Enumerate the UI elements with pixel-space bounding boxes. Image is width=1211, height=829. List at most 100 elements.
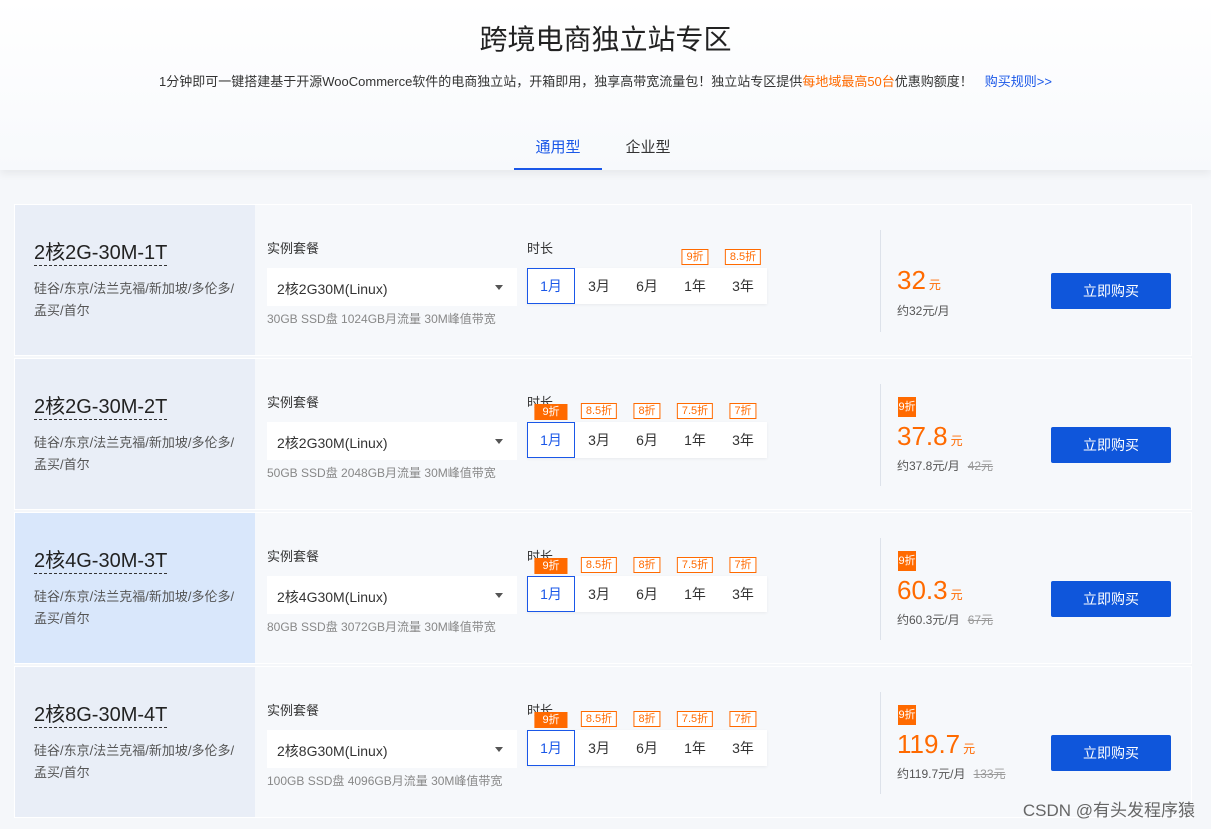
duration-options: 9折 1月 8.5折 3月 8折 6月 7.5折 1年 7折 3年 (527, 557, 767, 612)
discount-tag: 9折 (681, 249, 709, 265)
tab-bar: 通用型 企业型 (514, 128, 692, 170)
subtitle: 1分钟即可一键搭建基于开源WooCommerce软件的电商独立站，开箱即用，独享… (0, 71, 1211, 90)
original-price: 67元 (967, 613, 994, 627)
duration-option-6m[interactable]: 6月 (623, 268, 671, 304)
duration-option-3m[interactable]: 8.5折 3月 (575, 403, 623, 458)
discount-tag: 8.5折 (580, 557, 618, 573)
price-per-month: 约32元/月 (897, 302, 950, 319)
duration-option-1m[interactable]: 9折 1月 (527, 712, 575, 766)
buy-now-button[interactable]: 立即购买 (1051, 427, 1171, 463)
discount-tag: 8.5折 (724, 249, 762, 265)
duration-options: 9折 1月 8.5折 3月 8折 6月 7.5折 1年 7折 3年 (527, 403, 767, 458)
duration-option-6m[interactable]: 8折 6月 (623, 403, 671, 458)
price: 37.8 元 (897, 421, 963, 452)
product-row: 2核2G-30M-1T 硅谷/东京/法兰克福/新加坡/多伦多/孟买/首尔 实例套… (14, 204, 1192, 356)
product-info: 2核4G-30M-3T 硅谷/东京/法兰克福/新加坡/多伦多/孟买/首尔 (15, 513, 255, 663)
product-name[interactable]: 2核4G-30M-3T (34, 549, 168, 574)
duration-text: 1年 (684, 432, 706, 448)
duration-text: 3年 (732, 586, 754, 602)
price-per-month: 约60.3元/月 67元 (897, 611, 993, 628)
buy-now-button[interactable]: 立即购买 (1051, 735, 1171, 771)
divider (880, 230, 881, 332)
duration-option-3m[interactable]: 8.5折 3月 (575, 557, 623, 612)
duration-text: 1月 (540, 586, 562, 602)
chevron-down-icon (495, 285, 503, 290)
package-label: 实例套餐 (267, 241, 320, 256)
duration-option-1y[interactable]: 7.5折 1年 (671, 557, 719, 612)
package-select[interactable]: 2核8G30M(Linux) (267, 730, 517, 768)
duration-options: 1月 3月 6月 9折 1年 8.5折 3年 (527, 249, 767, 304)
watermark: CSDN @有头发程序猿 (1022, 801, 1195, 820)
per-month-text: 约119.7元/月 (897, 767, 966, 781)
discount-tag: 7折 (729, 711, 757, 727)
duration-text: 3月 (588, 586, 610, 602)
buy-now-button[interactable]: 立即购买 (1051, 581, 1171, 617)
discount-tag: 9折 (534, 404, 568, 420)
duration-option-3y[interactable]: 7折 3年 (719, 711, 767, 766)
duration-option-1m[interactable]: 9折 1月 (527, 404, 575, 458)
duration-option-3y[interactable]: 8.5折 3年 (719, 249, 767, 304)
package-select[interactable]: 2核2G30M(Linux) (267, 422, 517, 460)
discount-tag: 8折 (633, 711, 661, 727)
duration-option-3m[interactable]: 3月 (575, 268, 623, 304)
product-info: 2核2G-30M-2T 硅谷/东京/法兰克福/新加坡/多伦多/孟买/首尔 (15, 359, 255, 509)
tab-enterprise[interactable]: 企业型 (604, 128, 692, 170)
discount-tag: 7.5折 (676, 403, 714, 419)
product-info: 2核8G-30M-4T 硅谷/东京/法兰克福/新加坡/多伦多/孟买/首尔 (15, 667, 255, 817)
duration-text: 6月 (636, 586, 658, 602)
package-select[interactable]: 2核2G30M(Linux) (267, 268, 517, 306)
product-regions: 硅谷/东京/法兰克福/新加坡/多伦多/孟买/首尔 (34, 743, 235, 780)
duration-option-6m[interactable]: 8折 6月 (623, 711, 671, 766)
package-label: 实例套餐 (267, 395, 320, 410)
product-name[interactable]: 2核2G-30M-1T (34, 241, 168, 266)
duration-option-1y[interactable]: 7.5折 1年 (671, 403, 719, 458)
product-regions: 硅谷/东京/法兰克福/新加坡/多伦多/孟买/首尔 (34, 589, 235, 626)
price-per-month: 约119.7元/月 133元 (897, 765, 1006, 782)
package-select[interactable]: 2核4G30M(Linux) (267, 576, 517, 614)
tab-general[interactable]: 通用型 (514, 128, 602, 170)
duration-option-3y[interactable]: 7折 3年 (719, 557, 767, 612)
package-label: 实例套餐 (267, 703, 320, 718)
discount-tag: 7.5折 (676, 557, 714, 573)
original-price: 133元 (973, 767, 1006, 781)
duration-option-6m[interactable]: 8折 6月 (623, 557, 671, 612)
product-name[interactable]: 2核8G-30M-4T (34, 703, 168, 728)
price: 60.3 元 (897, 575, 963, 606)
discount-tag: 8.5折 (580, 711, 618, 727)
product-row: 2核2G-30M-2T 硅谷/东京/法兰克福/新加坡/多伦多/孟买/首尔 实例套… (14, 358, 1192, 510)
duration-text: 3年 (732, 432, 754, 448)
product-name[interactable]: 2核2G-30M-2T (34, 395, 168, 420)
duration-option-3y[interactable]: 7折 3年 (719, 403, 767, 458)
discount-tag: 7折 (729, 403, 757, 419)
duration-option-3m[interactable]: 8.5折 3月 (575, 711, 623, 766)
product-info: 2核2G-30M-1T 硅谷/东京/法兰克福/新加坡/多伦多/孟买/首尔 (15, 205, 255, 355)
discount-tag: 7折 (729, 557, 757, 573)
duration-option-1m[interactable]: 1月 (527, 268, 575, 304)
price-value: 32 (897, 265, 926, 295)
subtitle-highlight: 每地域最高50台 (802, 74, 895, 89)
duration-option-1y[interactable]: 7.5折 1年 (671, 711, 719, 766)
duration-text: 3年 (732, 278, 754, 294)
package-spec: 30GB SSD盘 1024GB月流量 30M峰值带宽 (267, 312, 496, 326)
purchase-rules-link[interactable]: 购买规则>> (985, 74, 1052, 89)
price-value: 119.7 (897, 729, 961, 759)
package-label: 实例套餐 (267, 549, 320, 564)
price-per-month: 约37.8元/月 42元 (897, 457, 993, 474)
package-spec: 50GB SSD盘 2048GB月流量 30M峰值带宽 (267, 466, 496, 480)
discount-tag: 9折 (534, 712, 568, 728)
duration-text: 1年 (684, 586, 706, 602)
discount-tag: 8折 (633, 403, 661, 419)
duration-text: 1月 (540, 278, 562, 294)
product-regions: 硅谷/东京/法兰克福/新加坡/多伦多/孟买/首尔 (34, 281, 235, 318)
chevron-down-icon (495, 747, 503, 752)
per-month-text: 约32元/月 (897, 304, 950, 318)
discount-badge: 9折 (898, 551, 916, 571)
duration-option-1m[interactable]: 9折 1月 (527, 558, 575, 612)
duration-text: 1年 (684, 278, 706, 294)
buy-now-button[interactable]: 立即购买 (1051, 273, 1171, 309)
duration-option-1y[interactable]: 9折 1年 (671, 249, 719, 304)
divider (880, 384, 881, 486)
duration-text: 6月 (636, 432, 658, 448)
package-spec: 100GB SSD盘 4096GB月流量 30M峰值带宽 (267, 774, 503, 788)
price-value: 60.3 (897, 575, 948, 605)
